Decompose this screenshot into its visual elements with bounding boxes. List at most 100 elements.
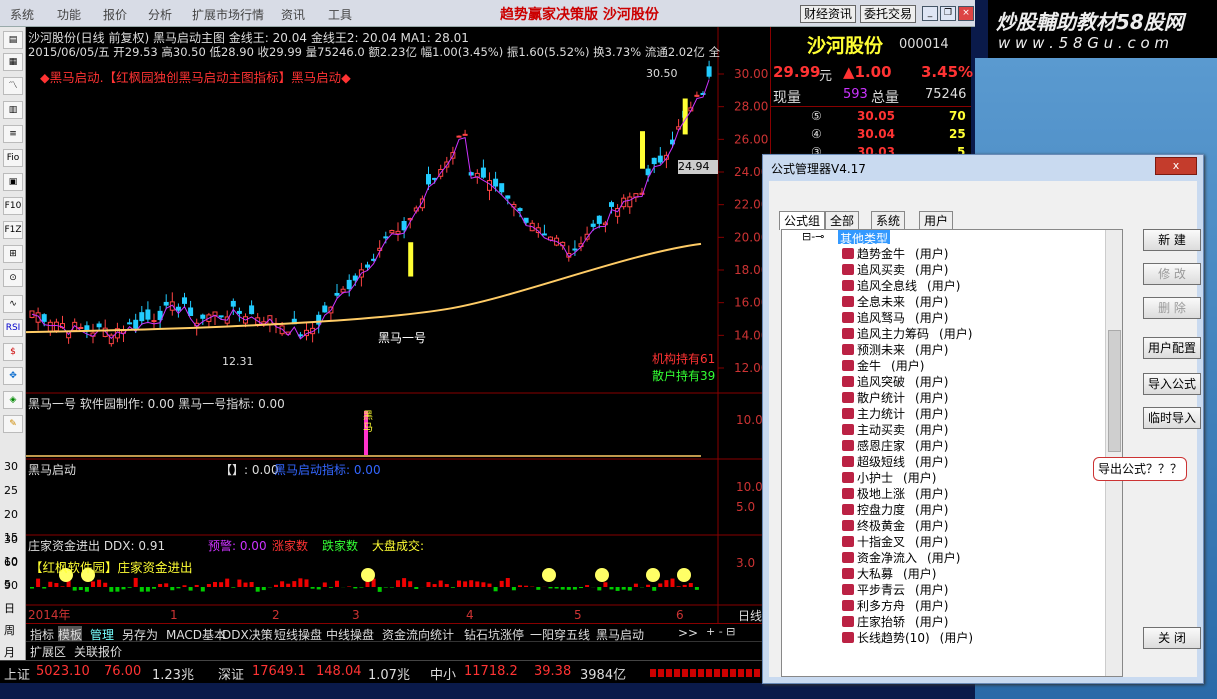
user-config-button[interactable]: 用户配置 [1143,337,1201,359]
tab-related-quote[interactable]: 关联报价 [74,643,122,660]
candle-body [395,230,401,235]
formula-item[interactable]: 利多方舟 (用户) [842,598,948,614]
zoom-controls[interactable]: + - ⊟ [706,625,735,638]
restore-icon[interactable]: ❐ [940,6,956,21]
zoom-icon[interactable]: ⊙ [3,269,23,287]
bar-icon[interactable]: ▥ [3,101,23,119]
f1z-icon[interactable]: F1Z [3,221,23,239]
price-tag: 24.94 [678,160,718,174]
ddx-bar [487,583,492,587]
formula-item[interactable]: 十指金叉 (用户) [842,534,948,550]
formula-item[interactable]: 小护士 (用户) [842,470,936,486]
y-tick-label: 28.00 [734,100,768,114]
formula-item[interactable]: 大私募 (用户) [842,566,936,582]
formula-tree[interactable]: ⊟-⊸ 其他类型 趋势金牛 (用户) 追风买卖 (用户) 追风全息线 (用户) 全息未来 (用… [781,229,1123,677]
formula-item[interactable]: 资金净流入 (用户) [842,550,960,566]
main-chart: 30.00 28.00 26.00 24.00 22.00 20.00 18.00 16.00… [25,27,770,624]
delete-button[interactable]: 删 除 [1143,297,1201,319]
f10-icon[interactable]: Fio [3,149,23,167]
formula-tag: (用户) [915,423,949,437]
list-icon[interactable]: ≡ [3,125,23,143]
period-label[interactable]: 日线 [738,607,762,624]
formula-item[interactable]: 平步青云 (用户) [842,582,948,598]
formula-item[interactable]: 主动买卖 (用户) [842,422,948,438]
formula-item[interactable]: 追风突破 (用户) [842,374,948,390]
formula-item[interactable]: 追风全息线 (用户) [842,278,960,294]
formula-item[interactable]: 追风买卖 (用户) [842,262,948,278]
edit-button[interactable]: 修 改 [1143,263,1201,285]
formula-item[interactable]: 趋势金牛 (用户) [842,246,948,262]
tab-indicator-12[interactable]: >> [678,626,698,640]
ddx-bar [133,577,138,587]
tab-all[interactable]: 全部 [825,211,860,230]
menu-analysis[interactable]: 分析 [148,6,172,23]
rsi-icon[interactable]: RSI [3,319,23,337]
candle-body [596,215,602,224]
ddx-bar [91,581,95,587]
candle-body [499,183,505,193]
menu-extended-market[interactable]: 扩展市场行情 [192,6,264,23]
scrollbar-thumb[interactable] [1108,330,1121,452]
tab-formula-group[interactable]: 公式组 [779,211,826,230]
formula-item[interactable]: 金牛 (用户) [842,358,924,374]
menu-news[interactable]: 资讯 [281,6,305,23]
formula-item[interactable]: 超级短线 (用户) [842,454,948,470]
formula-tag: (用户) [915,311,949,325]
dollar-icon[interactable]: $ [3,343,23,361]
chart-icon[interactable]: ▤ [3,31,23,49]
formula-item[interactable]: 主力统计 (用户) [842,406,948,422]
tree-scrollbar[interactable] [1105,230,1122,676]
tab-extension[interactable]: 扩展区 [30,643,66,660]
menu-tools[interactable]: 工具 [328,6,352,23]
formula-item[interactable]: 感恩庄家 (用户) [842,438,948,454]
target-icon[interactable]: ◈ [3,391,23,409]
indicator-banner: ◆黑马启动.【红枫园独创黑马启动主图指标】黑马启动◆ [40,70,351,85]
minimize-icon[interactable]: _ [922,6,938,21]
ddx-bar [359,587,364,588]
left-tick-11: 月 [4,646,15,659]
trade-button[interactable]: 委托交易 [860,5,917,23]
formula-tag: (用户) [915,263,949,277]
ddx-bar [548,587,553,589]
formula-item[interactable]: 追风主力筹码 (用户) [842,326,972,342]
close-button[interactable]: 关 闭 [1143,627,1201,649]
formula-item[interactable]: 散户统计 (用户) [842,390,948,406]
menu-function[interactable]: 功能 [57,6,81,23]
pencil-icon[interactable]: ✎ [3,415,23,433]
move-icon[interactable]: ✥ [3,367,23,385]
ddx-bar [633,583,638,587]
formula-item[interactable]: 终极黄金 (用户) [842,518,948,534]
formula-item[interactable]: 全息未来 (用户) [842,294,948,310]
f10-2-icon[interactable]: F10 [3,197,23,215]
tab-user[interactable]: 用户 [919,211,954,230]
tab-system[interactable]: 系统 [871,211,906,230]
new-button[interactable]: 新 建 [1143,229,1201,251]
formula-item[interactable]: 预测未来 (用户) [842,342,948,358]
wave-icon[interactable]: ∿ [3,295,23,313]
tree-collapse-icon[interactable]: ⊟-⊸ [802,230,824,243]
formula-item[interactable]: 长线趋势(10) (用户) [842,630,973,646]
filter-icon[interactable]: ⊞ [3,245,23,263]
ddx-bar [469,580,474,587]
menu-system[interactable]: 系统 [10,6,34,23]
tree-root-node[interactable]: 其他类型 [838,230,891,246]
image-icon[interactable]: ▣ [3,173,23,191]
ddx-bar [463,581,468,587]
sub-tick-label: 10.0 [736,413,763,427]
grid-icon[interactable]: ▦ [3,53,23,71]
x-axis-label: 2014年 [28,608,71,622]
menu-quote[interactable]: 报价 [103,6,127,23]
ddx-bar [170,587,175,591]
temp-import-button[interactable]: 临时导入 [1143,407,1201,429]
ddx-bar [219,582,224,587]
formula-item[interactable]: 控盘力度 (用户) [842,502,948,518]
line-icon[interactable]: 〽 [3,77,23,95]
formula-item[interactable]: 极地上涨 (用户) [842,486,948,502]
dialog-close-button[interactable]: x [1155,157,1197,175]
formula-item[interactable]: 追风驽马 (用户) [842,310,948,326]
formula-item[interactable]: 庄家抬轿 (用户) [842,614,948,630]
ddx-bar [499,580,504,587]
finance-news-button[interactable]: 财经资讯 [800,5,857,23]
close-icon[interactable]: × [958,6,974,21]
import-formula-button[interactable]: 导入公式 [1143,373,1201,395]
